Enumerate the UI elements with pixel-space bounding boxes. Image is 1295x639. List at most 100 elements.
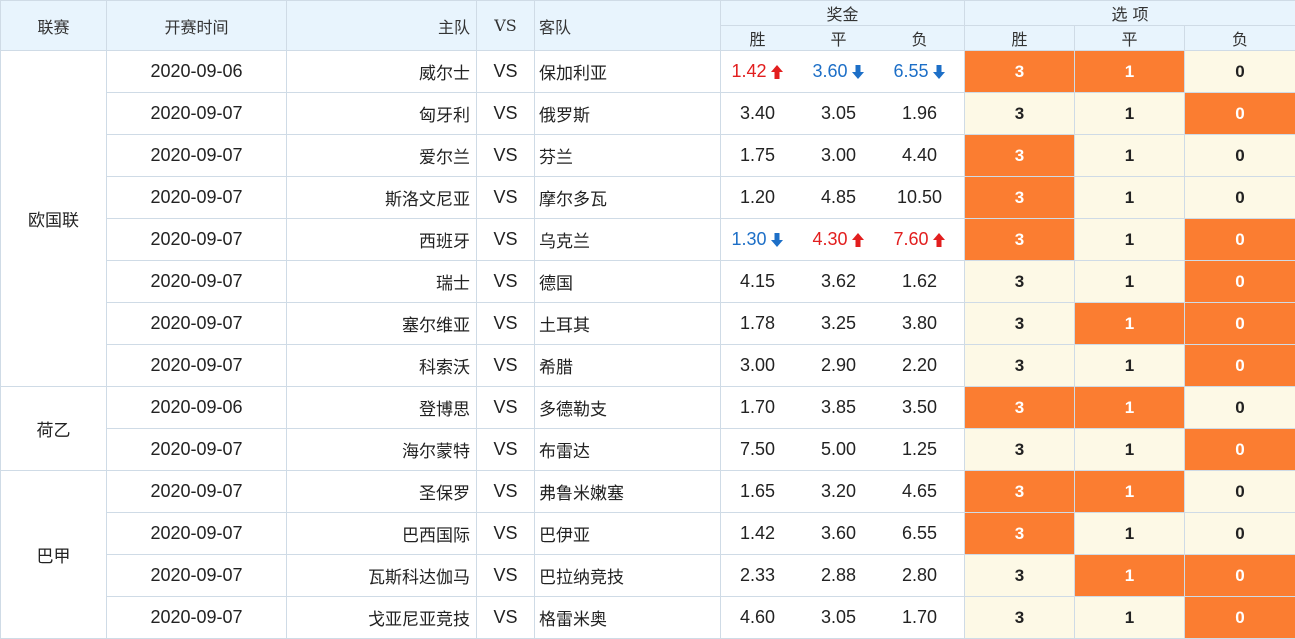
table-header: 联赛 开赛时间 主队 VS 客队 奖金 选 项 胜 平 负 胜 平 负 [1, 1, 1295, 51]
prize-value: 3.20 [821, 481, 856, 502]
prize-cell: 3.002.902.20 [721, 345, 965, 387]
option-win-selected[interactable]: 3 [965, 513, 1075, 555]
table-row: 巴甲2020-09-07圣保罗VS弗鲁米嫩塞1.653.204.65310 [1, 471, 1295, 513]
prize-win: 1.20 [721, 187, 802, 208]
prize-win: 1.42 [721, 523, 802, 544]
prize-draw: 3.05 [802, 103, 883, 124]
option-lose-selected[interactable]: 0 [1185, 597, 1295, 639]
option-win-selected[interactable]: 3 [965, 471, 1075, 513]
table-row: 2020-09-07瑞士VS德国4.153.621.62310 [1, 261, 1295, 303]
option-lose[interactable]: 0 [1185, 513, 1295, 555]
vs-label: VS [477, 513, 535, 555]
option-lose-selected[interactable]: 0 [1185, 219, 1295, 261]
arrow-up-icon [770, 64, 784, 80]
option-draw[interactable]: 1 [1075, 93, 1185, 135]
option-draw[interactable]: 1 [1075, 177, 1185, 219]
option-lose-selected[interactable]: 0 [1185, 345, 1295, 387]
prize-value: 1.42 [731, 61, 766, 82]
match-date: 2020-09-06 [107, 51, 287, 93]
match-date: 2020-09-07 [107, 177, 287, 219]
prize-value: 4.40 [902, 145, 937, 166]
option-draw[interactable]: 1 [1075, 429, 1185, 471]
option-lose-selected[interactable]: 0 [1185, 303, 1295, 345]
option-win[interactable]: 3 [965, 597, 1075, 639]
vs-label: VS [477, 345, 535, 387]
option-draw-selected[interactable]: 1 [1075, 303, 1185, 345]
home-team: 匈牙利 [287, 93, 477, 135]
prize-lose: 6.55 [883, 523, 964, 544]
option-lose[interactable]: 0 [1185, 51, 1295, 93]
away-team: 巴拉纳竞技 [535, 555, 721, 597]
prize-value: 4.65 [902, 481, 937, 502]
away-team: 乌克兰 [535, 219, 721, 261]
vs-label: VS [477, 135, 535, 177]
home-team: 瓦斯科达伽马 [287, 555, 477, 597]
option-lose-selected[interactable]: 0 [1185, 93, 1295, 135]
header-option-lose: 负 [1185, 26, 1295, 51]
option-lose-selected[interactable]: 0 [1185, 555, 1295, 597]
league-cell: 欧国联 [1, 51, 107, 387]
option-draw[interactable]: 1 [1075, 219, 1185, 261]
prize-win: 3.00 [721, 355, 802, 376]
prize-value: 6.55 [902, 523, 937, 544]
header-prize-win: 胜 [721, 26, 802, 50]
vs-label: VS [477, 93, 535, 135]
home-team: 瑞士 [287, 261, 477, 303]
option-lose[interactable]: 0 [1185, 177, 1295, 219]
option-win-selected[interactable]: 3 [965, 135, 1075, 177]
table-row: 欧国联2020-09-06威尔士VS保加利亚1.423.606.55310 [1, 51, 1295, 93]
prize-value: 7.60 [893, 229, 928, 250]
vs-label: VS [477, 261, 535, 303]
option-draw[interactable]: 1 [1075, 513, 1185, 555]
prize-value: 4.15 [740, 271, 775, 292]
prize-lose: 6.55 [883, 61, 964, 82]
option-win-selected[interactable]: 3 [965, 177, 1075, 219]
option-win[interactable]: 3 [965, 261, 1075, 303]
option-draw-selected[interactable]: 1 [1075, 51, 1185, 93]
away-team: 多德勒支 [535, 387, 721, 429]
prize-value: 4.85 [821, 187, 856, 208]
option-draw[interactable]: 1 [1075, 345, 1185, 387]
prize-value: 1.78 [740, 313, 775, 334]
option-win-selected[interactable]: 3 [965, 219, 1075, 261]
header-option-win: 胜 [965, 26, 1075, 51]
vs-label: VS [477, 177, 535, 219]
option-lose-selected[interactable]: 0 [1185, 429, 1295, 471]
option-draw[interactable]: 1 [1075, 597, 1185, 639]
option-draw-selected[interactable]: 1 [1075, 555, 1185, 597]
option-win[interactable]: 3 [965, 555, 1075, 597]
prize-cell: 2.332.882.80 [721, 555, 965, 597]
match-date: 2020-09-07 [107, 345, 287, 387]
match-date: 2020-09-07 [107, 261, 287, 303]
option-draw-selected[interactable]: 1 [1075, 471, 1185, 513]
table-row: 2020-09-07巴西国际VS巴伊亚1.423.606.55310 [1, 513, 1295, 555]
prize-cell: 3.403.051.96 [721, 93, 965, 135]
option-draw[interactable]: 1 [1075, 261, 1185, 303]
option-lose[interactable]: 0 [1185, 471, 1295, 513]
option-win[interactable]: 3 [965, 93, 1075, 135]
table-row: 2020-09-07瓦斯科达伽马VS巴拉纳竞技2.332.882.80310 [1, 555, 1295, 597]
prize-cell: 4.153.621.62 [721, 261, 965, 303]
option-lose[interactable]: 0 [1185, 135, 1295, 177]
option-draw[interactable]: 1 [1075, 135, 1185, 177]
option-win-selected[interactable]: 3 [965, 51, 1075, 93]
header-league: 联赛 [1, 1, 107, 51]
option-win[interactable]: 3 [965, 345, 1075, 387]
match-date: 2020-09-07 [107, 219, 287, 261]
prize-draw: 3.05 [802, 607, 883, 628]
option-win[interactable]: 3 [965, 303, 1075, 345]
prize-value: 1.30 [731, 229, 766, 250]
option-draw-selected[interactable]: 1 [1075, 387, 1185, 429]
option-win[interactable]: 3 [965, 429, 1075, 471]
prize-value: 4.30 [812, 229, 847, 250]
home-team: 塞尔维亚 [287, 303, 477, 345]
prize-win: 2.33 [721, 565, 802, 586]
option-win-selected[interactable]: 3 [965, 387, 1075, 429]
prize-value: 10.50 [897, 187, 942, 208]
vs-label: VS [477, 387, 535, 429]
option-lose[interactable]: 0 [1185, 387, 1295, 429]
option-lose-selected[interactable]: 0 [1185, 261, 1295, 303]
prize-lose: 2.80 [883, 565, 964, 586]
home-team: 威尔士 [287, 51, 477, 93]
prize-value: 3.62 [821, 271, 856, 292]
